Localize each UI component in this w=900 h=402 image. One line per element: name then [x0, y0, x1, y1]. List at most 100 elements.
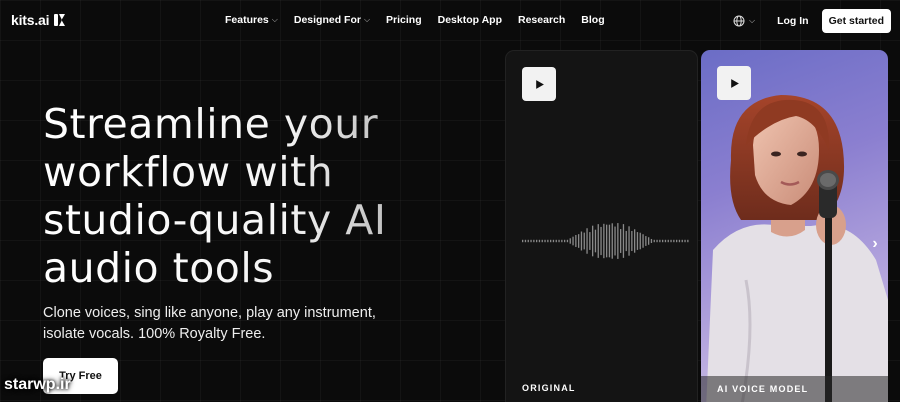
play-button[interactable]	[522, 67, 556, 101]
waveform-bar	[566, 239, 569, 243]
ai-voice-card: AI VOICE MODEL	[701, 50, 888, 402]
nav-research-label: Research	[518, 14, 566, 26]
chevron-down-icon: ⌵	[271, 15, 278, 24]
waveform-bar	[628, 226, 630, 256]
waveform-bar	[631, 230, 633, 252]
waveform-bar	[594, 229, 597, 253]
nav-desktop-app[interactable]: Desktop App	[438, 14, 502, 26]
waveform-bar	[676, 239, 678, 243]
waveform-bar	[673, 239, 675, 243]
waveform-bar	[636, 232, 639, 250]
hero-title-line: studio-quality AI	[43, 196, 387, 244]
waveform-bar	[544, 239, 546, 243]
chevron-right-icon: ›	[872, 235, 878, 252]
waveform-bar	[620, 229, 622, 253]
waveform-bar	[564, 239, 566, 243]
hero-subtitle-line: isolate vocals. 100% Royalty Free.	[43, 326, 266, 342]
login-link[interactable]: Log In	[777, 15, 809, 27]
play-button[interactable]	[717, 66, 751, 100]
top-navigation: kits.ai Features ⌵ Designed For ⌵ Pricin…	[0, 0, 900, 42]
card-label-ai-voice: AI VOICE MODEL	[717, 384, 809, 394]
nav-actions: ⌵ Log In Get started	[733, 9, 891, 33]
brand-name: kits.ai	[11, 12, 50, 28]
waveform-bar	[681, 239, 683, 243]
waveform-bar	[687, 239, 689, 243]
waveform-bar	[614, 226, 616, 256]
original-audio-card: ORIGINAL	[505, 50, 698, 402]
globe-icon	[733, 15, 745, 27]
waveform-bar	[606, 224, 608, 258]
nav-designed-for[interactable]: Designed For ⌵	[294, 14, 370, 26]
watermark-text: starwp.ir	[4, 376, 71, 393]
waveform-bar	[684, 239, 686, 243]
waveform-bar	[603, 223, 605, 259]
waveform-bar	[558, 239, 560, 243]
chevron-down-icon: ⌵	[748, 16, 756, 25]
hero-title-line: workflow with	[43, 148, 334, 196]
waveform-bar	[550, 239, 552, 243]
waveform-bar	[580, 231, 583, 251]
chevron-down-icon: ⌵	[363, 15, 371, 24]
waveform-bar	[592, 225, 594, 257]
waveform-bar	[541, 239, 543, 243]
waveform-bar	[667, 239, 669, 243]
waveform-bar	[678, 239, 681, 243]
waveform-bar	[634, 229, 636, 253]
waveform-bar	[645, 236, 647, 246]
waveform-bar	[527, 239, 529, 243]
waveform-bar	[533, 239, 535, 243]
get-started-button[interactable]: Get started	[821, 9, 891, 33]
waveform-bar	[648, 237, 650, 245]
nav-blog[interactable]: Blog	[581, 14, 604, 26]
waveform-bar	[589, 232, 591, 250]
play-icon	[535, 79, 544, 89]
nav-pricing[interactable]: Pricing	[386, 14, 422, 26]
waveform-bar	[662, 239, 664, 243]
waveform-bar	[530, 239, 532, 243]
nav-blog-label: Blog	[581, 14, 605, 26]
hero-subtitle: Clone voices, sing like anyone, play any…	[43, 303, 393, 345]
nav-pricing-label: Pricing	[386, 14, 422, 26]
main-menu: Features ⌵ Designed For ⌵ Pricing Deskto…	[225, 14, 621, 26]
nav-desktop-app-label: Desktop App	[437, 14, 502, 26]
waveform-bar	[608, 224, 611, 258]
waveform-bar	[597, 224, 599, 258]
waveform-bar	[659, 239, 661, 243]
nav-designed-for-label: Designed For	[293, 14, 361, 26]
waveform-bar	[600, 226, 602, 256]
waveform-bar	[583, 232, 585, 250]
nav-research[interactable]: Research	[518, 14, 565, 26]
singer-photo	[706, 95, 888, 402]
nav-features-label: Features	[225, 14, 269, 26]
waveform-bar	[617, 223, 619, 259]
waveform-bar	[639, 232, 641, 250]
waveform-bar	[622, 224, 625, 258]
waveform-bar	[536, 239, 538, 243]
brand-logo[interactable]: kits.ai	[11, 12, 66, 28]
waveform-bar	[586, 228, 588, 254]
waveform-bar	[656, 239, 658, 243]
hero-title-line: audio tools	[43, 244, 275, 292]
waveform-bar	[569, 238, 571, 244]
waveform-bar	[664, 239, 667, 243]
waveform-bar	[625, 230, 627, 252]
waveform-bar	[575, 235, 577, 247]
waveform-bar	[555, 239, 557, 243]
carousel-next-button[interactable]: ›	[867, 234, 883, 254]
waveform-bar	[547, 239, 549, 243]
nav-features[interactable]: Features ⌵	[225, 14, 278, 26]
waveform-bar	[670, 239, 672, 243]
waveform-bar	[538, 239, 541, 243]
hero-subtitle-line: Clone voices, sing like anyone, play any…	[43, 305, 376, 321]
waveform-bar	[578, 234, 580, 248]
waveform-bar	[552, 239, 555, 243]
waveform-bar	[522, 239, 524, 243]
waveform-bar	[611, 223, 613, 259]
play-icon	[730, 78, 739, 88]
waveform-bar	[642, 234, 644, 248]
kits-logo-icon	[54, 14, 66, 26]
waveform-bar	[650, 238, 653, 244]
card-label-original: ORIGINAL	[522, 383, 576, 393]
language-selector[interactable]: ⌵	[733, 15, 755, 27]
waveform-bar	[524, 239, 527, 243]
